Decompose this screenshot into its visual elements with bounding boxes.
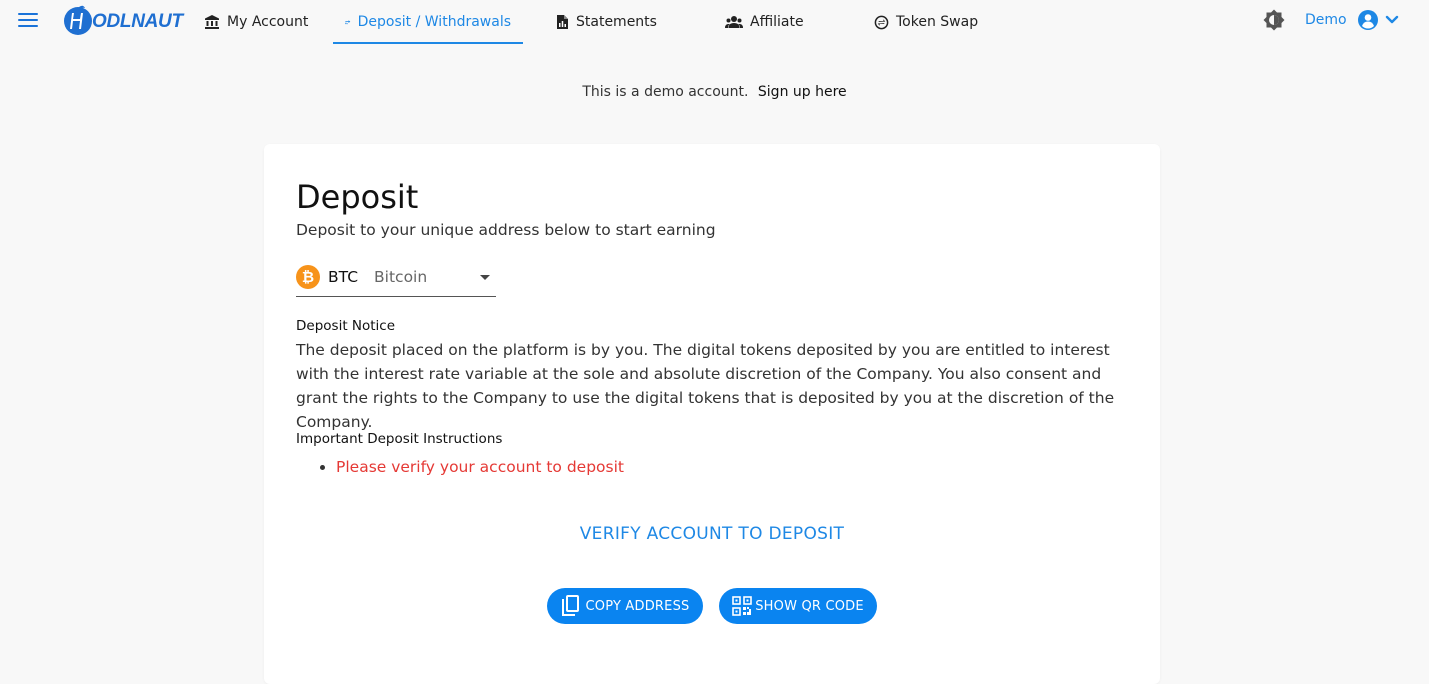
instructions-label: Important Deposit Instructions: [296, 431, 503, 447]
hamburger-menu-icon[interactable]: [18, 12, 38, 28]
deposit-notice-text: The deposit placed on the platform is by…: [296, 341, 1115, 431]
bank-icon: [205, 15, 219, 29]
nav-my-account-label: My Account: [227, 14, 309, 30]
nav-affiliate[interactable]: Affiliate: [725, 0, 804, 44]
sign-up-link[interactable]: Sign up here: [758, 84, 847, 100]
brightness-icon[interactable]: [1262, 8, 1286, 32]
qr-code-icon: [732, 596, 753, 616]
top-navigation-bar: ODLNAUT My Account Deposit / Withdrawals…: [0, 0, 1429, 44]
instruction-item: Please verify your account to deposit: [336, 458, 624, 476]
nav-deposit-withdrawals[interactable]: Deposit / Withdrawals: [333, 0, 523, 44]
logo-text: ODLNAUT: [92, 11, 183, 32]
deposit-notice-label: Deposit Notice: [296, 318, 396, 334]
coin-name: Bitcoin: [374, 268, 428, 286]
logo-h-icon: [64, 5, 92, 35]
hodlnaut-logo[interactable]: ODLNAUT: [63, 4, 183, 36]
nav-statements-label: Statements: [576, 14, 657, 30]
nav-statements[interactable]: Statements: [556, 0, 657, 44]
nav-deposit-withdrawals-label: Deposit / Withdrawals: [357, 14, 511, 30]
nav-affiliate-label: Affiliate: [750, 14, 804, 30]
account-circle-icon: [1357, 10, 1378, 30]
nav-token-swap[interactable]: Token Swap: [874, 0, 978, 44]
copy-address-button[interactable]: COPY ADDRESS: [547, 588, 703, 624]
copy-icon: [562, 595, 580, 616]
document-icon: [557, 15, 568, 29]
coin-select-dropdown[interactable]: ₿ BTC Bitcoin: [296, 264, 496, 297]
transfer-icon: [345, 20, 351, 25]
show-qr-code-button[interactable]: SHOW QR CODE: [719, 588, 877, 624]
verify-account-button[interactable]: VERIFY ACCOUNT TO DEPOSIT: [264, 524, 1160, 544]
nav-my-account[interactable]: My Account: [204, 0, 308, 44]
bitcoin-icon: ₿: [296, 265, 320, 289]
instructions-list: Please verify your account to deposit: [336, 458, 624, 476]
copy-address-label: COPY ADDRESS: [585, 598, 690, 614]
chevron-down-icon: [1385, 15, 1398, 24]
demo-account-banner: This is a demo account. Sign up here: [0, 84, 1429, 100]
show-qr-code-label: SHOW QR CODE: [755, 598, 864, 614]
page-title: Deposit: [296, 178, 419, 216]
deposit-card: Deposit Deposit to your unique address b…: [264, 144, 1160, 684]
coin-symbol: BTC: [328, 268, 359, 286]
people-icon: [725, 16, 743, 28]
nav-token-swap-label: Token Swap: [896, 14, 979, 30]
swap-icon: [874, 15, 889, 29]
user-menu[interactable]: Demo: [1305, 0, 1399, 40]
demo-account-text: This is a demo account.: [582, 84, 749, 100]
user-name: Demo: [1305, 12, 1347, 28]
dropdown-caret-icon: [480, 275, 490, 280]
page-subtitle: Deposit to your unique address below to …: [296, 221, 716, 239]
